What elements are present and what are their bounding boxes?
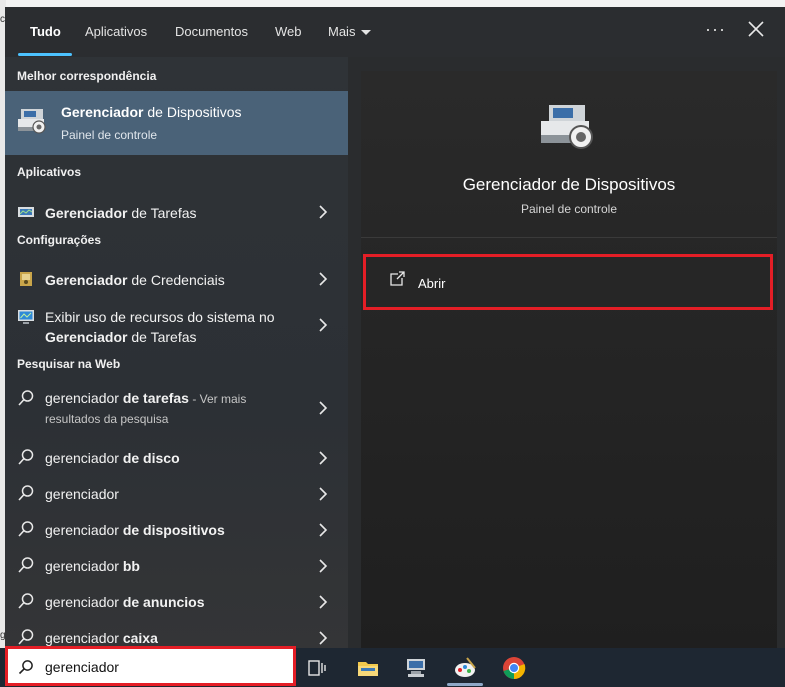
- preview-pane: Gerenciador de Dispositivos Painel de co…: [361, 71, 777, 648]
- search-input[interactable]: gerenciador: [5, 646, 296, 686]
- search-icon: [18, 660, 33, 675]
- file-explorer-icon[interactable]: [356, 656, 380, 680]
- credential-manager-icon: [20, 272, 32, 286]
- divider: [361, 237, 777, 238]
- task-view-icon[interactable]: [305, 656, 329, 680]
- active-app-indicator: [447, 683, 483, 686]
- list-item-label-line2: Gerenciador de Tarefas: [45, 329, 197, 345]
- chevron-right-icon: [319, 451, 328, 465]
- device-manager-icon[interactable]: [404, 656, 428, 680]
- chevron-right-icon: [319, 205, 328, 219]
- results-list: Melhor correspondência Gerenciador de Di…: [5, 57, 348, 648]
- active-tab-indicator: [18, 53, 72, 56]
- chevron-down-icon: [361, 30, 372, 36]
- search-icon: [18, 449, 34, 465]
- device-manager-icon: [18, 109, 46, 134]
- section-web: Pesquisar na Web: [17, 357, 121, 371]
- best-match-item[interactable]: Gerenciador de Dispositivos Painel de co…: [5, 91, 348, 155]
- web-result-label: gerenciador de disco: [45, 450, 180, 466]
- best-match-title: Gerenciador de Dispositivos: [61, 104, 242, 120]
- paint-icon[interactable]: [453, 656, 477, 680]
- web-result-item[interactable]: gerenciador bb: [5, 549, 348, 583]
- preview-subtitle: Painel de controle: [520, 202, 618, 216]
- section-best-match: Melhor correspondência: [17, 69, 157, 83]
- list-item-label: Gerenciador de Credenciais: [45, 272, 225, 288]
- search-icon: [18, 629, 34, 645]
- chevron-right-icon: [319, 318, 328, 332]
- tab-more-label: Mais: [328, 24, 356, 39]
- best-match-subtitle: Painel de controle: [61, 128, 158, 142]
- web-result-label: gerenciador: [45, 486, 119, 502]
- list-item-resource-usage[interactable]: Exibir uso de recursos do sistema no Ger…: [5, 299, 348, 349]
- web-result-label: gerenciador de tarefas - Ver mais: [45, 390, 247, 406]
- search-icon: [18, 557, 34, 573]
- list-item-task-manager[interactable]: Gerenciador de Tarefas: [5, 195, 348, 229]
- tab-more[interactable]: Mais: [328, 24, 372, 39]
- search-icon: [18, 390, 34, 406]
- tab-all[interactable]: Tudo: [30, 24, 61, 39]
- device-manager-icon: [541, 105, 593, 149]
- section-settings: Configurações: [17, 233, 102, 247]
- web-result-item[interactable]: gerenciador de anuncios: [5, 585, 348, 619]
- open-button[interactable]: Abrir: [363, 254, 773, 310]
- chevron-right-icon: [319, 523, 328, 537]
- web-result-item[interactable]: gerenciador de dispositivos: [5, 513, 348, 547]
- chevron-right-icon: [319, 272, 328, 286]
- web-result-label: gerenciador de dispositivos: [45, 522, 225, 538]
- web-result-label: gerenciador caixa: [45, 630, 158, 646]
- list-item-credential-manager[interactable]: Gerenciador de Credenciais: [5, 262, 348, 296]
- tab-documents[interactable]: Documentos: [175, 24, 248, 39]
- task-manager-icon: [18, 207, 34, 217]
- web-result-item[interactable]: gerenciador de tarefas - Ver mais result…: [5, 383, 348, 433]
- chevron-right-icon: [319, 559, 328, 573]
- chevron-right-icon: [319, 401, 328, 415]
- tab-apps[interactable]: Aplicativos: [85, 24, 147, 39]
- monitor-icon: [18, 310, 34, 324]
- chrome-icon[interactable]: [502, 656, 526, 680]
- ellipsis-icon[interactable]: ···: [705, 19, 726, 40]
- web-result-item[interactable]: gerenciador caixa: [5, 621, 348, 648]
- chevron-right-icon: [319, 487, 328, 501]
- close-icon[interactable]: [747, 20, 765, 38]
- search-panel: Tudo Aplicativos Documentos Web Mais ···…: [5, 7, 785, 648]
- web-result-label-line2: resultados da pesquisa: [45, 412, 169, 426]
- search-icon: [18, 521, 34, 537]
- list-item-label: Gerenciador de Tarefas: [45, 205, 197, 221]
- preview-title: Gerenciador de Dispositivos: [462, 175, 676, 194]
- open-external-icon: [390, 271, 405, 286]
- tab-web[interactable]: Web: [275, 24, 302, 39]
- section-apps: Aplicativos: [17, 165, 82, 179]
- web-result-label: gerenciador de anuncios: [45, 594, 205, 610]
- open-button-label: Abrir: [418, 276, 446, 291]
- search-value: gerenciador: [45, 659, 119, 675]
- list-item-label-line1: Exibir uso de recursos do sistema no: [45, 309, 275, 325]
- chevron-right-icon: [319, 631, 328, 645]
- chevron-right-icon: [319, 595, 328, 609]
- tabs-bar: Tudo Aplicativos Documentos Web Mais ···: [5, 7, 785, 57]
- web-result-label: gerenciador bb: [45, 558, 140, 574]
- search-icon: [18, 593, 34, 609]
- search-icon: [18, 485, 34, 501]
- web-result-item[interactable]: gerenciador de disco: [5, 441, 348, 475]
- web-result-item[interactable]: gerenciador: [5, 477, 348, 511]
